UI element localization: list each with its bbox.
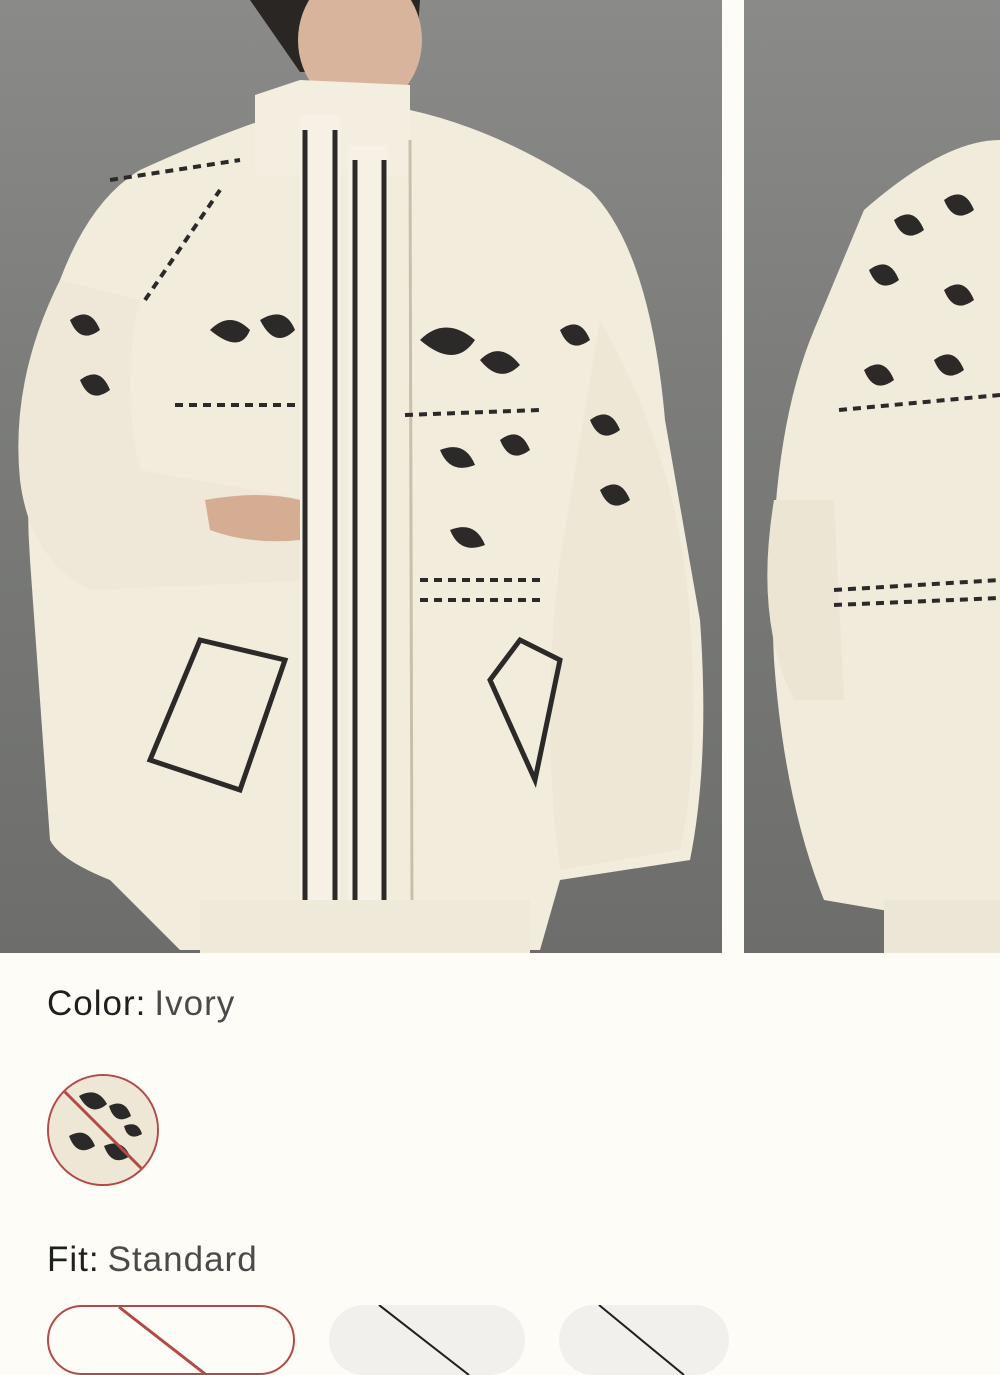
color-value: Ivory <box>154 984 236 1023</box>
fit-option-2[interactable] <box>329 1305 525 1375</box>
unavailable-slash-icon <box>118 1307 207 1373</box>
unavailable-slash-icon <box>598 1305 685 1375</box>
jacket-side-illustration <box>767 140 1000 953</box>
product-image-side[interactable] <box>744 0 1000 953</box>
jacket-front-illustration <box>18 0 704 953</box>
product-image-front[interactable] <box>0 0 722 953</box>
product-image-gallery[interactable] <box>0 0 1000 953</box>
fit-option-1[interactable] <box>47 1305 295 1375</box>
ivory-embroidery-pattern-icon <box>49 1076 157 1184</box>
color-label: Color: <box>47 984 147 1023</box>
color-selection-label: Color: Ivory <box>47 984 235 1024</box>
fit-option-3[interactable] <box>559 1305 729 1375</box>
unavailable-slash-icon <box>378 1305 470 1375</box>
fit-label: Fit: <box>47 1240 100 1279</box>
color-swatch-ivory[interactable] <box>47 1074 159 1186</box>
fit-selection-label: Fit: Standard <box>47 1240 258 1280</box>
fit-value: Standard <box>107 1240 258 1279</box>
